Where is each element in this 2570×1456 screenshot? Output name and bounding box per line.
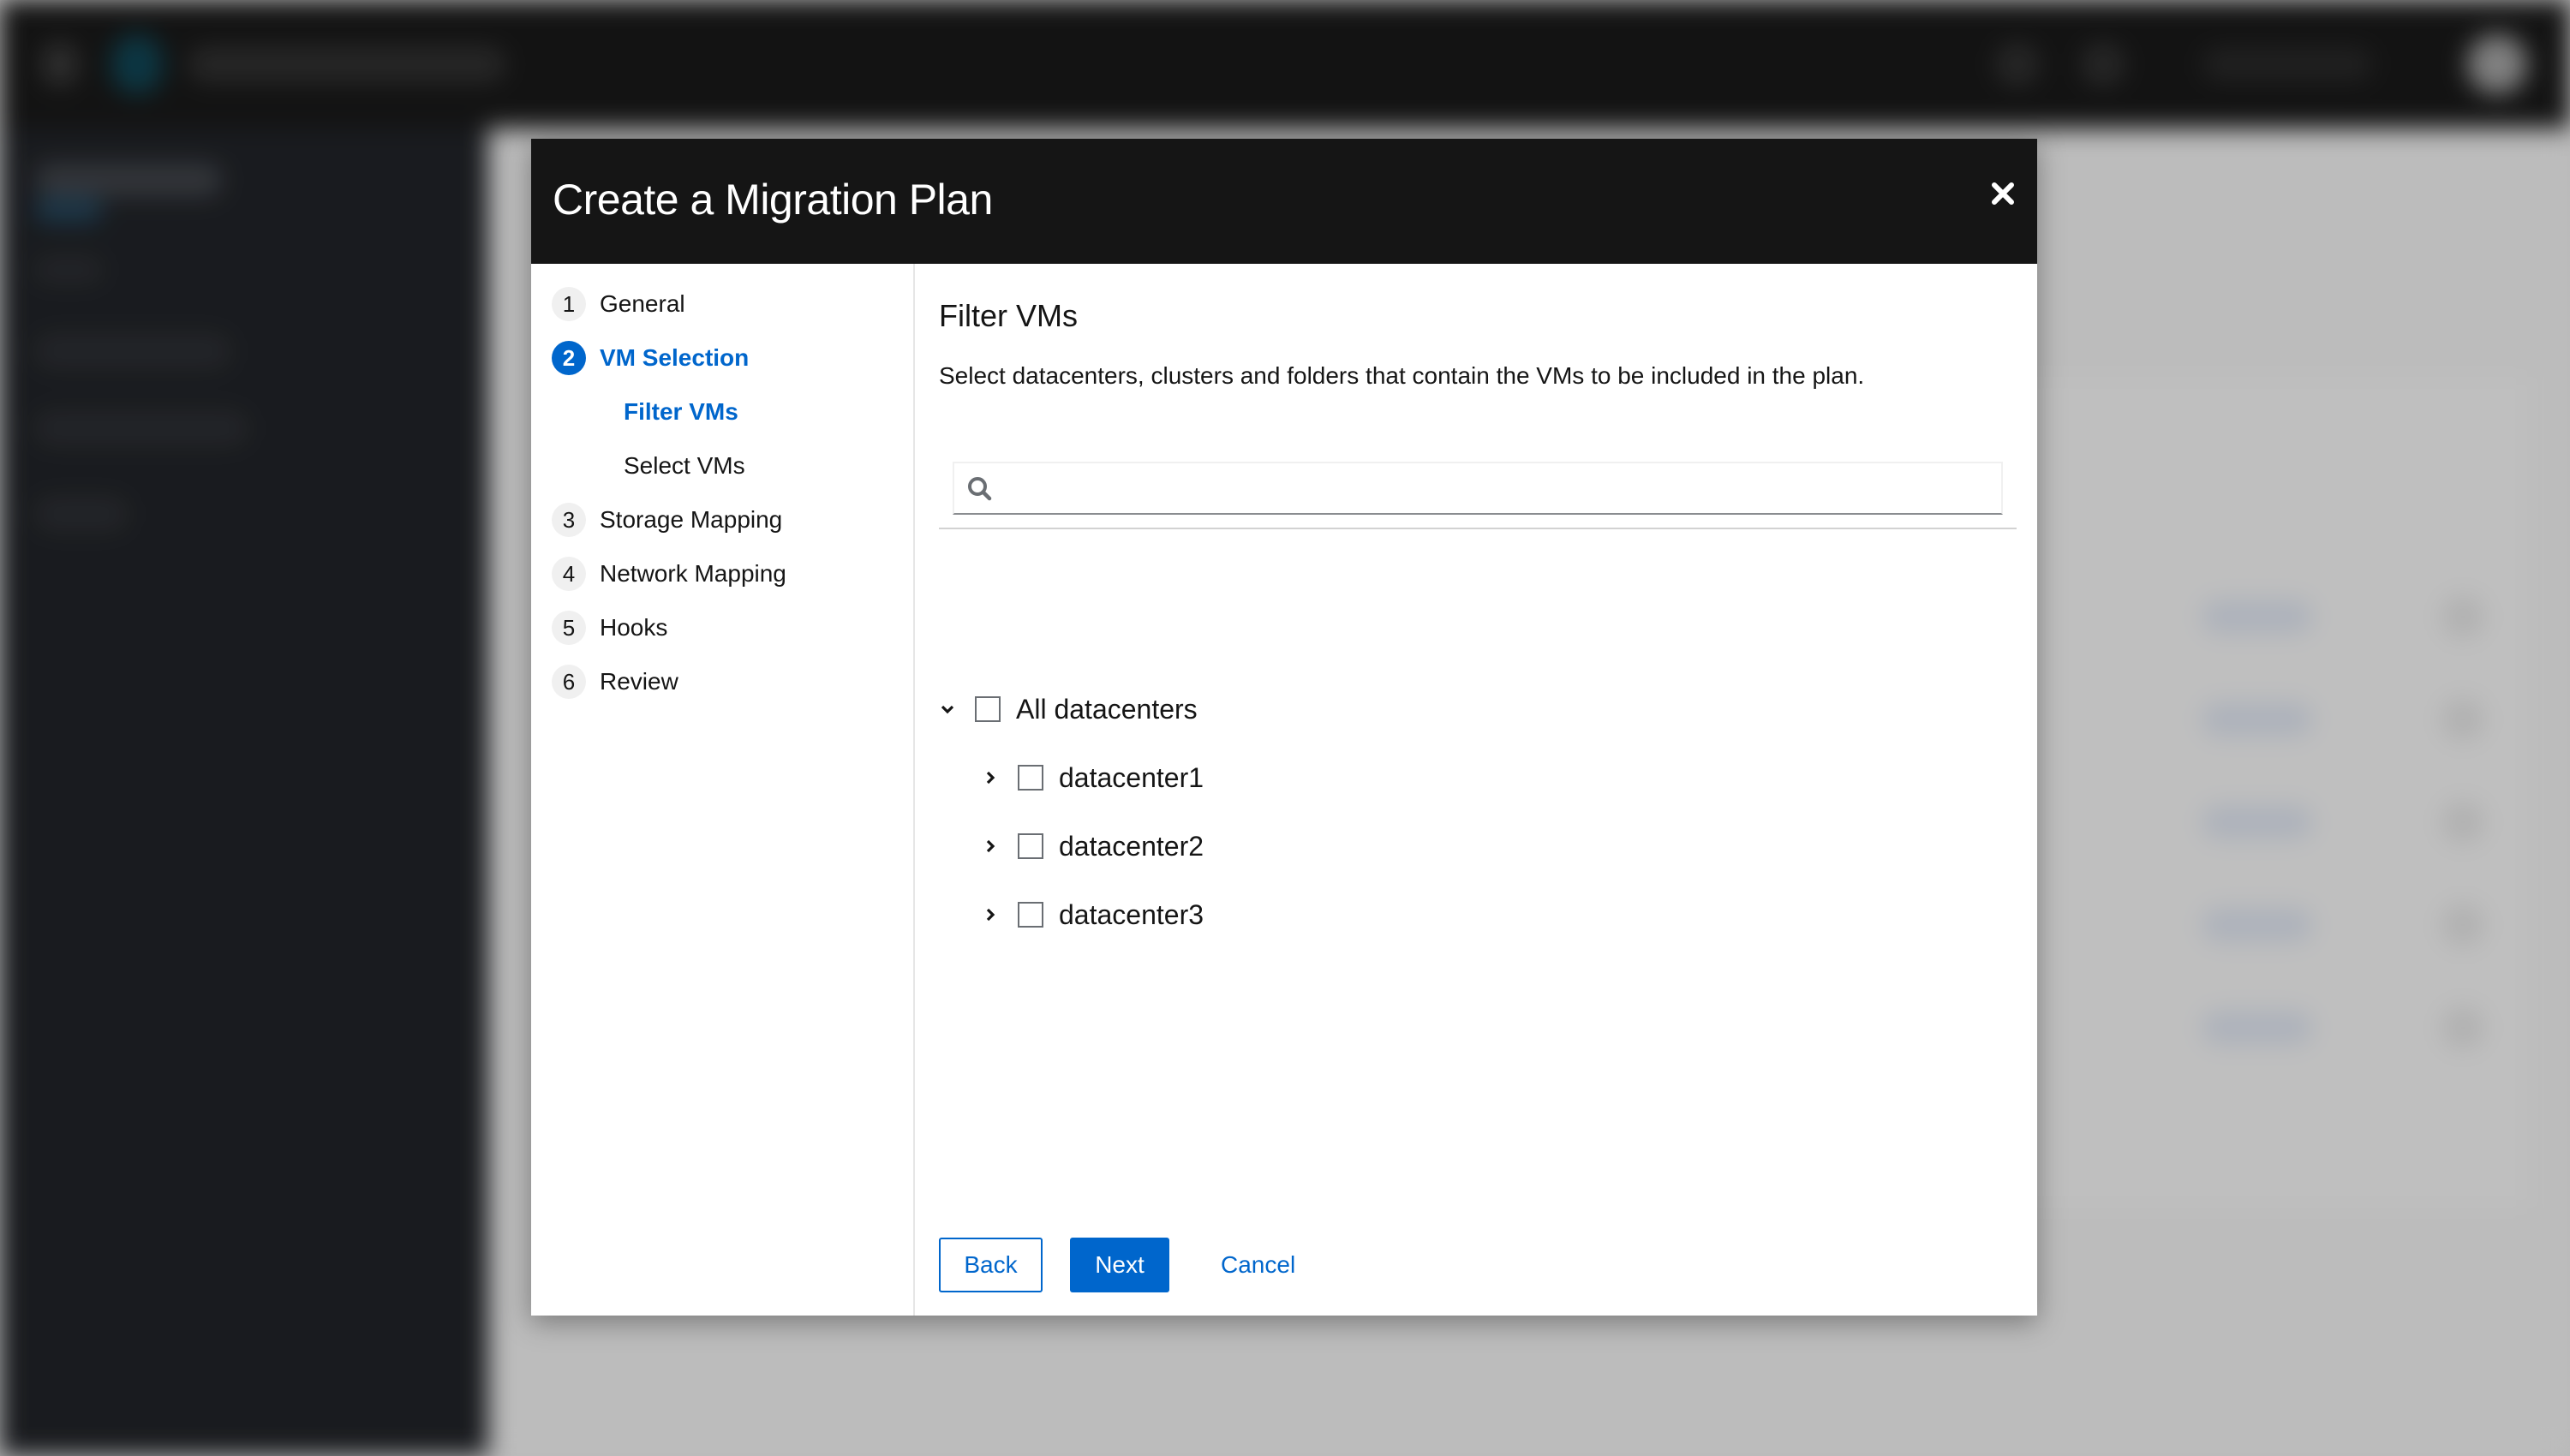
tree-node-label: datacenter1 xyxy=(1059,761,1204,793)
step-label: Hooks xyxy=(600,614,668,641)
search-icon xyxy=(968,477,992,501)
tree-checkbox[interactable] xyxy=(1018,902,1043,928)
wizard-step-network-mapping[interactable]: 4 Network Mapping xyxy=(552,555,786,593)
content-description: Select datacenters, clusters and folders… xyxy=(939,362,1865,389)
next-button[interactable]: Next xyxy=(1070,1238,1169,1292)
step-number: 1 xyxy=(552,287,586,321)
back-button[interactable]: Back xyxy=(939,1238,1043,1292)
step-number: 5 xyxy=(552,611,586,645)
close-icon xyxy=(1992,182,2014,205)
wizard-nav: 1 General 2 VM Selection Filter VMs Sele… xyxy=(531,264,915,1316)
tree-checkbox[interactable] xyxy=(975,696,1001,722)
step-number: 3 xyxy=(552,503,586,537)
content-heading: Filter VMs xyxy=(939,298,1078,333)
wizard-step-storage-mapping[interactable]: 3 Storage Mapping xyxy=(552,501,782,539)
create-migration-plan-modal: Create a Migration Plan 1 General 2 VM S… xyxy=(531,139,2037,1316)
tree-toggle[interactable] xyxy=(937,699,958,719)
tree-checkbox[interactable] xyxy=(1018,765,1043,791)
wizard-step-hooks[interactable]: 5 Hooks xyxy=(552,609,667,647)
tree-toggle[interactable] xyxy=(980,904,1001,925)
wizard-step-vm-selection[interactable]: 2 VM Selection xyxy=(552,339,749,377)
tree-node-all-datacenters: All datacenters xyxy=(937,690,1198,728)
close-button[interactable] xyxy=(1987,178,2018,209)
tree-toggle[interactable] xyxy=(980,767,1001,788)
step-label: Storage Mapping xyxy=(600,506,783,533)
tree-node-label: datacenter3 xyxy=(1059,898,1204,930)
chevron-right-icon xyxy=(986,771,995,785)
search-divider xyxy=(939,528,2017,529)
wizard-footer: Back Next Cancel xyxy=(939,1238,1319,1292)
tree-node-datacenter: datacenter1 xyxy=(980,759,1204,797)
tree-checkbox[interactable] xyxy=(1018,833,1043,859)
modal-title: Create a Migration Plan xyxy=(553,176,993,224)
tree-node-datacenter: datacenter3 xyxy=(980,896,1204,934)
tree-toggle[interactable] xyxy=(980,836,1001,856)
wizard-substep-filter-vms[interactable]: Filter VMs xyxy=(624,393,738,431)
tree-search-input[interactable] xyxy=(1006,463,1994,515)
wizard-substep-select-vms[interactable]: Select VMs xyxy=(624,447,745,485)
cancel-button[interactable]: Cancel xyxy=(1197,1238,1319,1292)
modal-header: Create a Migration Plan xyxy=(531,139,2037,264)
tree-search-box xyxy=(953,462,2003,515)
chevron-right-icon xyxy=(986,839,995,853)
step-label: Review xyxy=(600,668,678,695)
wizard-step-review[interactable]: 6 Review xyxy=(552,663,678,701)
wizard-step-general[interactable]: 1 General xyxy=(552,285,685,323)
wizard-content: Filter VMs Select datacenters, clusters … xyxy=(915,264,2037,1316)
tree-node-label: All datacenters xyxy=(1016,693,1198,725)
step-label: General xyxy=(600,290,685,317)
step-label: Network Mapping xyxy=(600,560,786,587)
step-number: 4 xyxy=(552,557,586,591)
step-label: VM Selection xyxy=(600,344,750,371)
chevron-right-icon xyxy=(986,908,995,922)
tree-node-label: datacenter2 xyxy=(1059,830,1204,862)
step-number: 6 xyxy=(552,665,586,699)
step-number: 2 xyxy=(552,341,586,375)
chevron-down-icon xyxy=(941,705,954,714)
tree-node-datacenter: datacenter2 xyxy=(980,827,1204,865)
